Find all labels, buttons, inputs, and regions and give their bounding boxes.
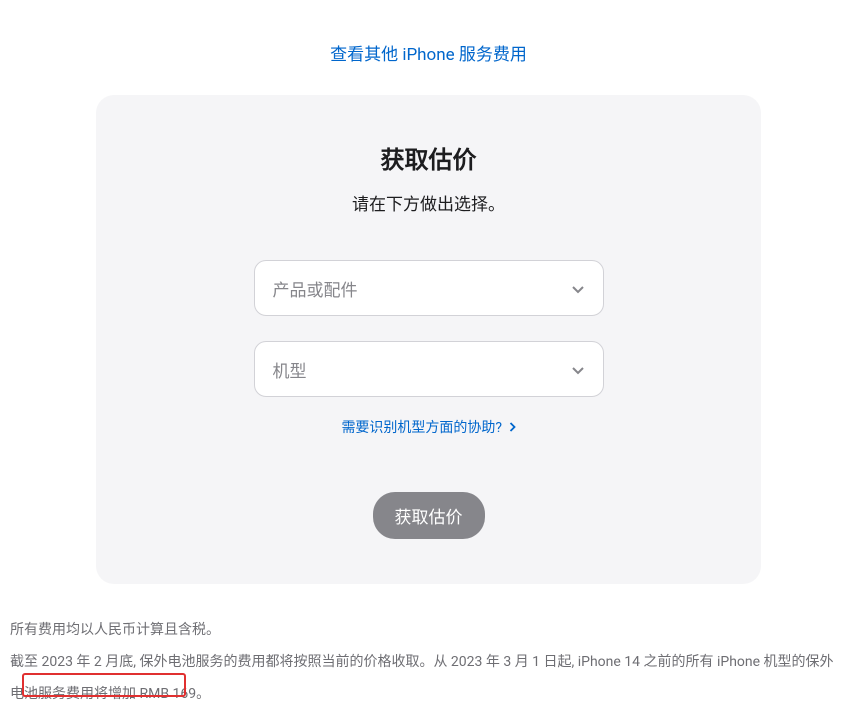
model-select-placeholder: 机型 xyxy=(273,357,307,382)
identify-model-help-link[interactable]: 需要识别机型方面的协助? xyxy=(341,420,515,436)
help-link-text: 需要识别机型方面的协助? xyxy=(341,420,502,436)
chevron-right-icon xyxy=(509,420,516,436)
model-select-wrapper: 机型 xyxy=(254,341,604,397)
estimate-card: 获取估价 请在下方做出选择。 产品或配件 机型 xyxy=(96,95,761,584)
footer-line-1: 所有费用均以人民币计算且含税。 xyxy=(10,614,847,646)
product-select-placeholder: 产品或配件 xyxy=(273,276,358,301)
help-link-wrapper: 需要识别机型方面的协助? xyxy=(146,417,711,437)
card-subtitle: 请在下方做出选择。 xyxy=(146,190,711,215)
top-link-wrapper: 查看其他 iPhone 服务费用 xyxy=(10,0,847,95)
chevron-down-icon xyxy=(571,281,585,295)
product-select[interactable]: 产品或配件 xyxy=(254,260,604,316)
product-select-wrapper: 产品或配件 xyxy=(254,260,604,316)
get-estimate-button[interactable]: 获取估价 xyxy=(373,492,485,539)
model-select[interactable]: 机型 xyxy=(254,341,604,397)
footer-line-2: 截至 2023 年 2 月底, 保外电池服务的费用都将按照当前的价格收取。从 2… xyxy=(10,646,847,710)
view-other-services-link[interactable]: 查看其他 iPhone 服务费用 xyxy=(330,45,527,65)
submit-wrapper: 获取估价 xyxy=(146,492,711,539)
footer-text: 所有费用均以人民币计算且含税。 截至 2023 年 2 月底, 保外电池服务的费… xyxy=(10,584,847,711)
chevron-down-icon xyxy=(571,362,585,376)
card-title: 获取估价 xyxy=(146,140,711,175)
